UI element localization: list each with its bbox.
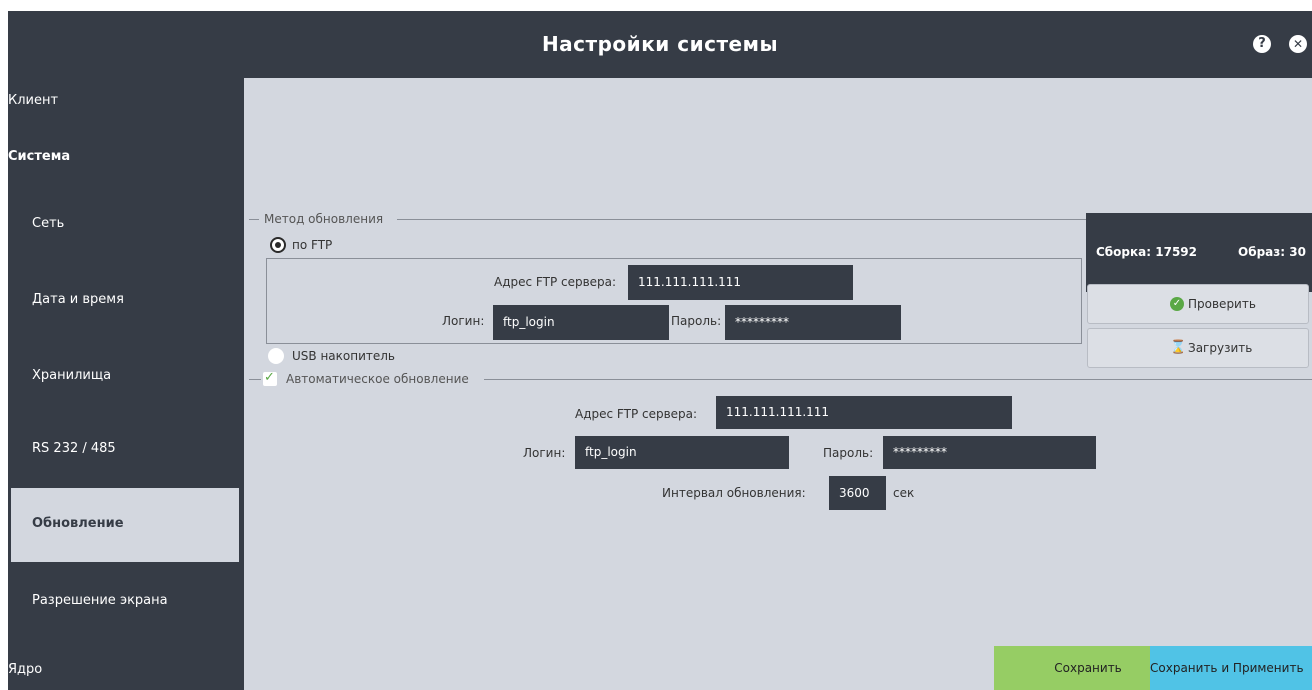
hourglass-icon: ⌛ [1170, 340, 1187, 355]
checkmark-icon: ✓ [264, 370, 275, 385]
group-line [397, 219, 1087, 220]
sidebar-item-rs232[interactable]: RS 232 / 485 [32, 441, 116, 456]
save-button-label: Сохранить [1054, 661, 1122, 675]
load-button[interactable]: ⌛ Загрузить [1087, 328, 1309, 368]
build-info-panel: Сборка: 17592 Образ: 30 [1086, 213, 1312, 292]
auto-update-checkbox[interactable]: ✓ [263, 370, 277, 386]
login-input[interactable]: ftp_login [493, 305, 669, 340]
build-number: Сборка: 17592 [1096, 245, 1197, 259]
sidebar: Клиент Система Сеть Дата и время Хранили… [8, 78, 244, 690]
auto-login-input[interactable]: ftp_login [575, 436, 789, 469]
auto-update-legend: Автоматическое обновление [286, 372, 469, 386]
save-button[interactable]: Сохранить [994, 646, 1150, 690]
radio-dot [275, 242, 281, 248]
save-apply-button[interactable]: Сохранить и Применить [1150, 646, 1312, 690]
ftp-address-input[interactable]: 111.111.111.111 [628, 265, 853, 300]
sidebar-item-datetime[interactable]: Дата и время [32, 292, 124, 307]
sidebar-item-system[interactable]: Система [8, 149, 70, 164]
group-line [249, 219, 259, 220]
interval-input[interactable]: 3600 [829, 476, 886, 510]
image-number: Образ: 30 [1238, 245, 1306, 259]
usb-radio[interactable] [268, 348, 284, 364]
interval-label: Интервал обновления: [662, 486, 806, 500]
sidebar-item-kernel[interactable]: Ядро [8, 662, 42, 677]
update-method-legend: Метод обновления [264, 212, 384, 226]
sidebar-item-client[interactable]: Клиент [8, 93, 58, 108]
close-icon[interactable]: ✕ [1289, 35, 1307, 53]
sidebar-item-update-label: Обновление [32, 516, 124, 531]
help-icon[interactable]: ? [1253, 35, 1271, 53]
group-line [484, 379, 1312, 380]
ftp-address-label: Адрес FTP сервера: [494, 275, 617, 289]
auto-ftp-address-label: Адрес FTP сервера: [575, 407, 698, 421]
usb-radio-label: USB накопитель [292, 349, 395, 363]
sidebar-item-update[interactable]: Обновление [11, 488, 239, 562]
check-button[interactable]: ✓ Проверить [1087, 284, 1309, 324]
auto-password-label: Пароль: [823, 446, 874, 460]
login-label: Логин: [442, 314, 485, 328]
content-panel: Метод обновления по FTP Адрес FTP сервер… [244, 78, 1312, 690]
auto-login-label: Логин: [523, 446, 566, 460]
sidebar-item-storage[interactable]: Хранилища [32, 368, 111, 383]
auto-password-input[interactable]: ********* [883, 436, 1096, 469]
interval-unit: сек [893, 486, 915, 500]
ftp-radio[interactable] [270, 237, 286, 253]
title-bar: Настройки системы ? ✕ [8, 11, 1312, 78]
sidebar-item-network[interactable]: Сеть [32, 216, 64, 231]
shield-check-icon: ✓ [1170, 297, 1184, 311]
password-input[interactable]: ********* [725, 305, 901, 340]
group-line [249, 379, 261, 380]
check-button-label: Проверить [1188, 297, 1256, 311]
window-title: Настройки системы [541, 32, 779, 56]
load-button-label: Загрузить [1188, 341, 1253, 355]
password-label: Пароль: [671, 314, 722, 328]
sidebar-item-resolution[interactable]: Разрешение экрана [32, 593, 168, 608]
ftp-radio-label: по FTP [292, 238, 333, 252]
auto-ftp-address-input[interactable]: 111.111.111.111 [716, 396, 1012, 429]
save-apply-button-label: Сохранить и Применить [1150, 661, 1304, 675]
